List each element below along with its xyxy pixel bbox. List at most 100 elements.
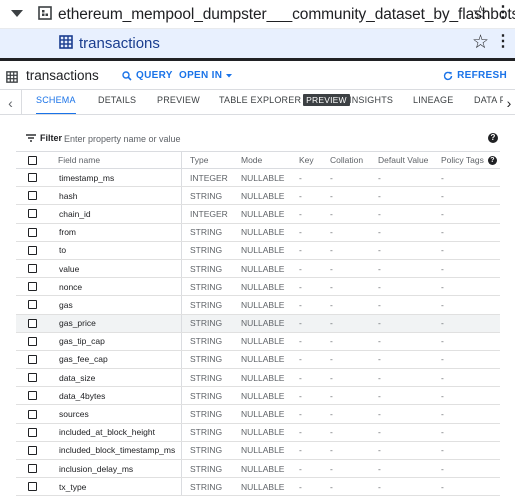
help-icon[interactable]: ?	[487, 155, 497, 165]
row-checkbox[interactable]	[28, 424, 37, 441]
column-header-policy-tags[interactable]: Policy Tags?	[441, 152, 497, 168]
row-checkbox[interactable]	[28, 315, 37, 332]
column-divider	[181, 332, 182, 350]
field-name-cell: gas_tip_cap	[59, 336, 105, 347]
field-name-cell: nonce	[59, 281, 83, 292]
table-row[interactable]: value STRING NULLABLE - - - -	[16, 259, 500, 279]
mode-cell: NULLABLE	[241, 481, 285, 492]
field-name-cell: gas_price	[59, 318, 96, 329]
column-divider	[181, 187, 182, 205]
row-checkbox[interactable]	[28, 442, 37, 459]
table-row[interactable]: nonce STRING NULLABLE - - - -	[16, 278, 500, 297]
table-row[interactable]: sources STRING NULLABLE - - - -	[16, 405, 500, 424]
table-row[interactable]: data_4bytes STRING NULLABLE - - - -	[16, 387, 500, 406]
preview-badge: PREVIEW	[303, 94, 350, 106]
star-outline-icon[interactable]: ☆	[472, 33, 489, 52]
filter-input[interactable]	[64, 131, 444, 146]
refresh-button[interactable]: REFRESH	[443, 70, 507, 81]
open-in-button[interactable]: OPEN IN	[179, 70, 233, 81]
mode-cell: NULLABLE	[241, 190, 285, 201]
key-cell: -	[299, 208, 302, 219]
key-cell: -	[299, 445, 302, 456]
row-checkbox[interactable]	[28, 333, 37, 350]
column-divider	[181, 296, 182, 314]
row-checkbox[interactable]	[28, 387, 37, 404]
row-checkbox[interactable]	[28, 224, 37, 241]
table-row[interactable]: chain_id INTEGER NULLABLE - - - -	[16, 205, 500, 224]
caret-down-icon[interactable]	[11, 10, 23, 17]
table-row[interactable]: to STRING NULLABLE - - - -	[16, 241, 500, 260]
collation-cell: -	[330, 190, 333, 201]
collation-cell: -	[330, 409, 333, 420]
column-header-collation[interactable]: Collation	[330, 152, 363, 168]
table-name[interactable]: transactions	[79, 35, 160, 52]
collation-cell: -	[330, 481, 333, 492]
dataset-name[interactable]: ethereum_mempool_dumpster___community_da…	[58, 6, 515, 24]
row-checkbox[interactable]	[28, 242, 37, 259]
row-checkbox[interactable]	[28, 351, 37, 368]
tab-insights[interactable]: INSIGHTS	[349, 90, 393, 114]
column-header-default-value[interactable]: Default Value	[378, 152, 428, 168]
chevron-right-icon[interactable]: ›	[503, 90, 515, 114]
table-row[interactable]: gas_tip_cap STRING NULLABLE - - - -	[16, 332, 500, 351]
help-icon[interactable]: ?	[488, 133, 498, 143]
column-header-key[interactable]: Key	[299, 152, 314, 168]
more-vert-icon[interactable]: ⋮	[495, 34, 511, 50]
mode-cell: NULLABLE	[241, 318, 285, 329]
table-row[interactable]: gas_price STRING NULLABLE - - - -	[16, 314, 500, 333]
tab-details[interactable]: DETAILS	[98, 90, 136, 114]
row-checkbox[interactable]	[28, 460, 37, 477]
star-outline-icon[interactable]: ☆	[472, 4, 489, 23]
mode-cell: NULLABLE	[241, 372, 285, 383]
schema-table: Field name Type Mode Key Collation Defau…	[16, 151, 500, 497]
key-cell: -	[299, 409, 302, 420]
key-cell: -	[299, 281, 302, 292]
table-row[interactable]: included_block_timestamp_ms STRING NULLABL…	[16, 441, 500, 460]
column-header-mode[interactable]: Mode	[241, 152, 262, 168]
tab-preview[interactable]: PREVIEW	[157, 90, 200, 114]
table-row[interactable]: gas_fee_cap STRING NULLABLE - - - -	[16, 350, 500, 370]
table-row[interactable]: gas STRING NULLABLE - - - -	[16, 296, 500, 315]
row-checkbox[interactable]	[28, 205, 37, 222]
filter-icon[interactable]	[26, 134, 36, 142]
field-name-cell: to	[59, 245, 67, 256]
table-row[interactable]: hash STRING NULLABLE - - - -	[16, 187, 500, 206]
row-checkbox[interactable]	[28, 405, 37, 422]
tab-table-explorer[interactable]: TABLE EXPLORER PREVIEW	[219, 90, 350, 114]
mode-cell: NULLABLE	[241, 227, 285, 238]
column-divider	[181, 278, 182, 296]
column-header-field-name[interactable]: Field name	[58, 152, 100, 168]
table-row[interactable]: inclusion_delay_ms STRING NULLABLE - - - -	[16, 460, 500, 479]
policy-tags-cell: -	[441, 281, 444, 292]
query-button[interactable]: QUERY	[122, 70, 173, 81]
table-row[interactable]: included_at_block_height STRING NULLABLE - -…	[16, 423, 500, 442]
row-checkbox[interactable]	[28, 169, 37, 186]
field-name-cell: included_block_timestamp_ms	[59, 445, 176, 456]
more-vert-icon[interactable]: ⋮	[495, 5, 511, 21]
key-cell: -	[299, 336, 302, 347]
table-row[interactable]: tx_type STRING NULLABLE - - - -	[16, 478, 500, 497]
row-checkbox[interactable]	[28, 369, 37, 386]
row-checkbox[interactable]	[28, 187, 37, 204]
policy-tags-cell: -	[441, 372, 444, 383]
table-row[interactable]: from STRING NULLABLE - - - -	[16, 223, 500, 242]
row-checkbox[interactable]	[28, 296, 37, 313]
dataset-tree-row[interactable]: ethereum_mempool_dumpster___community_da…	[0, 0, 515, 29]
policy-tags-cell: -	[441, 245, 444, 256]
tab-schema[interactable]: SCHEMA	[36, 90, 76, 114]
type-cell: STRING	[190, 190, 223, 201]
table-row[interactable]: timestamp_ms INTEGER NULLABLE - - - -	[16, 169, 500, 188]
type-cell: STRING	[190, 445, 223, 456]
chevron-left-icon[interactable]: ‹	[0, 90, 22, 114]
policy-tags-cell: -	[441, 427, 444, 438]
select-all-checkbox[interactable]	[28, 152, 37, 168]
row-checkbox[interactable]	[28, 278, 37, 295]
table-tree-row[interactable]: transactions ☆ ⋮	[0, 29, 515, 58]
table-row[interactable]: data_size STRING NULLABLE - - - -	[16, 369, 500, 388]
row-checkbox[interactable]	[28, 260, 37, 277]
column-divider	[181, 423, 182, 441]
column-header-type[interactable]: Type	[190, 152, 208, 168]
tab-lineage[interactable]: LINEAGE	[413, 90, 453, 114]
row-checkbox[interactable]	[28, 478, 37, 495]
column-divider	[181, 460, 182, 478]
